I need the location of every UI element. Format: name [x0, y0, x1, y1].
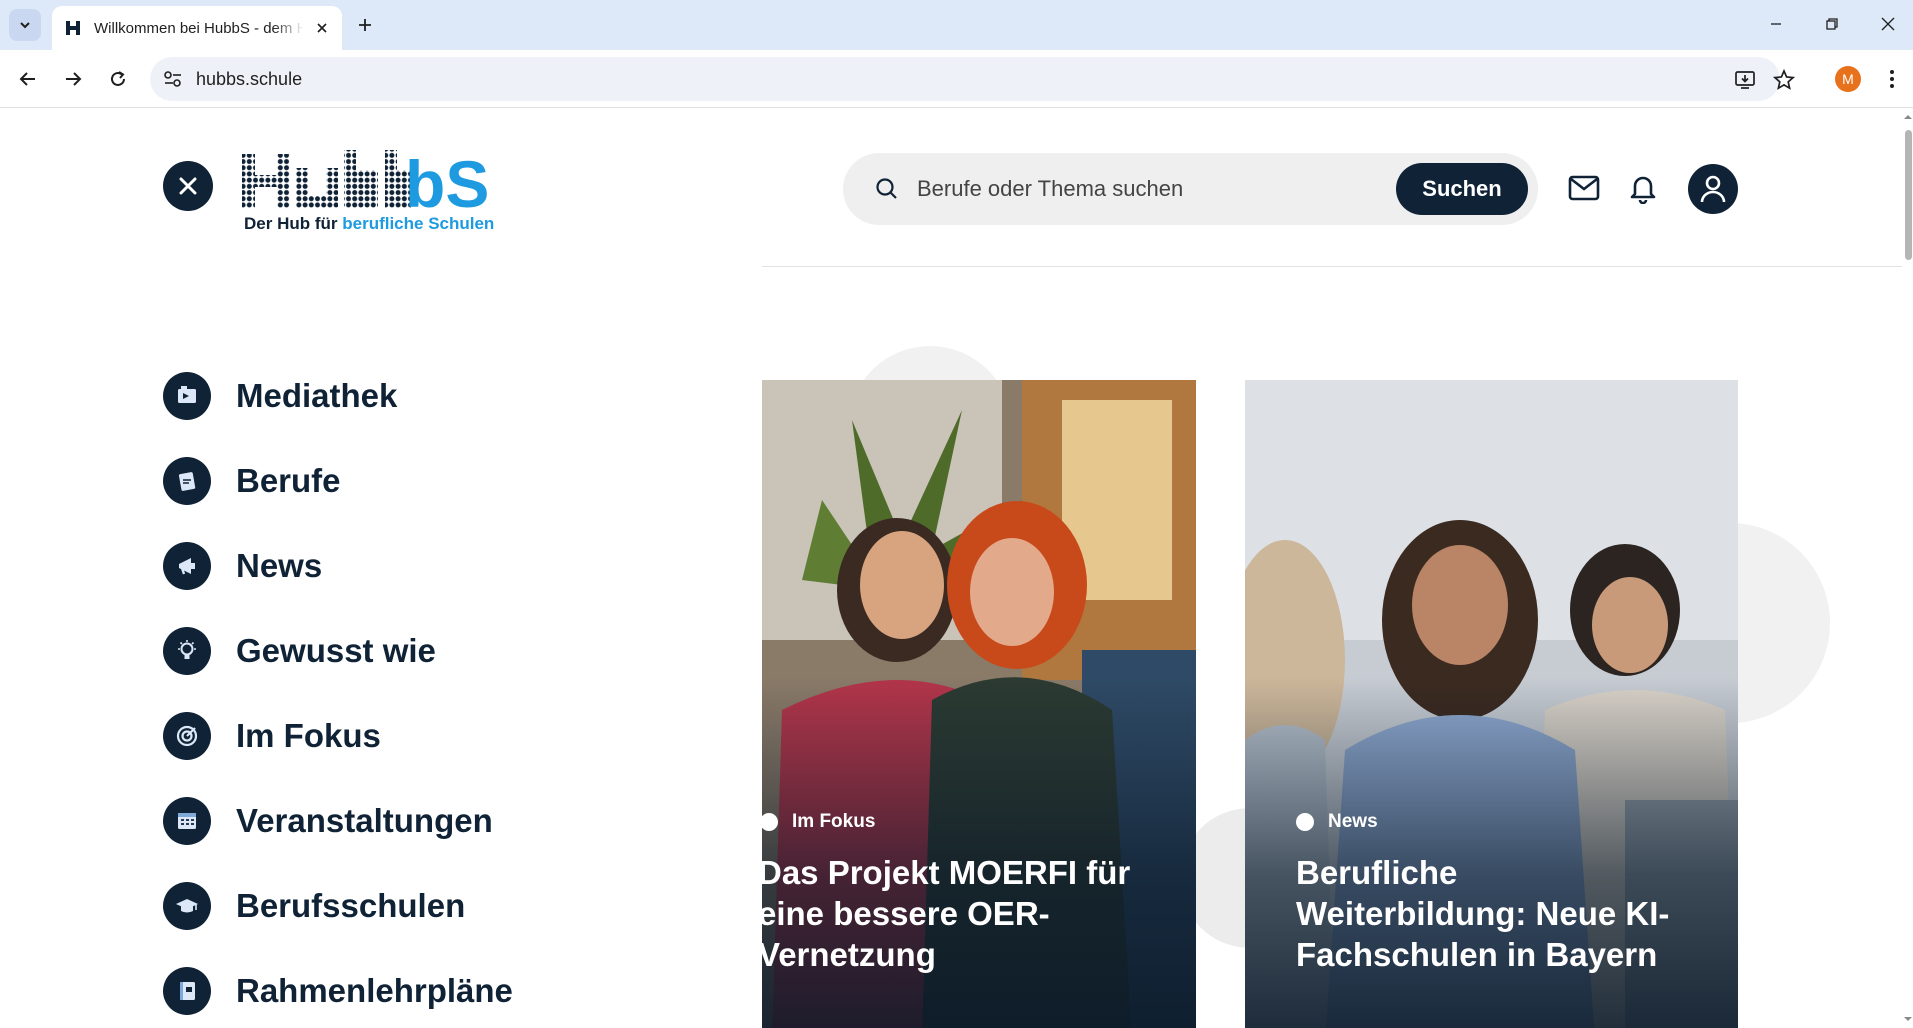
menu-item-news[interactable]: News — [163, 536, 623, 596]
restore-icon — [1826, 18, 1838, 30]
tab-search-button[interactable] — [9, 9, 41, 41]
reload-button[interactable] — [102, 63, 134, 95]
profile-avatar[interactable]: M — [1835, 66, 1861, 92]
menu-item-label: Rahmenlehrpläne — [236, 972, 513, 1009]
card-category: News — [1296, 811, 1378, 833]
menu-item-label: Berufe — [236, 462, 341, 499]
browser-tab[interactable]: Willkommen bei HubbS - dem Hub für beruf… — [52, 6, 342, 50]
search-input[interactable] — [917, 169, 1387, 209]
card-title-line: Fachschulen in Bayern — [1296, 936, 1658, 973]
plus-icon — [359, 19, 371, 31]
close-icon — [179, 177, 197, 195]
page-content: Suchen Im Fokus D — [0, 108, 1913, 1028]
card-title-line: Das Projekt MOERFI für — [762, 854, 1131, 891]
card-title-line: Weiterbildung: Neue KI- — [1296, 895, 1670, 932]
scroll-up-arrow-icon[interactable] — [1903, 112, 1913, 122]
card-category: Im Fokus — [762, 811, 875, 833]
tab-close-icon[interactable] — [312, 18, 332, 38]
svg-text:bS: bS — [405, 147, 489, 221]
bookmark-button[interactable] — [1771, 67, 1797, 93]
messages-button[interactable] — [1566, 170, 1602, 206]
notebook-icon — [163, 967, 211, 1015]
news-card[interactable]: News Berufliche Weiterbildung: Neue KI- … — [1245, 380, 1738, 1028]
lightbulb-icon — [163, 627, 211, 675]
target-icon — [163, 712, 211, 760]
scrollbar-thumb[interactable] — [1905, 130, 1912, 260]
install-app-button[interactable] — [1732, 67, 1758, 93]
menu-item-mediathek[interactable]: Mediathek — [163, 366, 623, 426]
card-title[interactable]: Das Projekt MOERFI für eine bessere OER-… — [762, 852, 1196, 975]
more-vertical-icon — [1890, 70, 1894, 88]
browser-toolbar: hubbs.schule M — [0, 50, 1913, 108]
header-divider — [762, 266, 1902, 267]
browser-tab-strip: Willkommen bei HubbS - dem Hub für beruf… — [0, 0, 1913, 50]
star-icon — [1773, 69, 1795, 90]
install-icon — [1735, 71, 1755, 89]
profession-icon — [163, 457, 211, 505]
bell-icon — [1630, 176, 1656, 204]
new-tab-button[interactable] — [352, 12, 378, 38]
calendar-icon — [163, 797, 211, 845]
restore-button[interactable] — [1814, 8, 1850, 40]
search-icon — [876, 178, 897, 199]
url-text: hubbs.schule — [196, 69, 303, 89]
user-account-button[interactable] — [1688, 164, 1738, 214]
menu-item-berufsschulen[interactable]: Berufsschulen — [163, 876, 623, 936]
logo-tagline-start: Der Hub für — [244, 214, 343, 233]
close-icon — [1881, 17, 1895, 31]
menu-item-label: Veranstaltungen — [236, 802, 493, 839]
media-icon — [163, 372, 211, 420]
news-card[interactable]: Im Fokus Das Projekt MOERFI für eine bes… — [762, 380, 1196, 1028]
category-dot-icon — [762, 813, 778, 831]
side-menu: bS Der Hub für berufliche Schulen Mediat… — [0, 108, 762, 1028]
chevron-down-icon — [20, 22, 30, 29]
card-title[interactable]: Berufliche Weiterbildung: Neue KI- Fachs… — [1296, 852, 1716, 975]
menu-item-gewusst-wie[interactable]: Gewusst wie — [163, 621, 623, 681]
arrow-right-icon — [66, 72, 82, 86]
card-title-line: Berufliche — [1296, 854, 1458, 891]
menu-item-label: News — [236, 547, 323, 584]
menu-item-veranstaltungen[interactable]: Veranstaltungen — [163, 791, 623, 851]
site-info-icon[interactable] — [162, 69, 184, 89]
arrow-left-icon — [19, 72, 35, 86]
menu-item-im-fokus[interactable]: Im Fokus — [163, 706, 623, 766]
address-bar[interactable]: hubbs.schule — [150, 57, 1795, 101]
tab-title: Willkommen bei HubbS - dem Hub für beruf… — [94, 19, 304, 37]
notifications-button[interactable] — [1625, 170, 1661, 206]
card-title-line: Vernetzung — [762, 936, 936, 973]
close-window-button[interactable] — [1870, 8, 1906, 40]
category-dot-icon — [1296, 813, 1314, 831]
forward-button[interactable] — [57, 63, 89, 95]
page-scrollbar[interactable] — [1903, 108, 1913, 1028]
megaphone-icon — [163, 542, 211, 590]
reload-icon — [111, 71, 125, 86]
graduation-cap-icon — [163, 882, 211, 930]
logo-tagline: Der Hub für berufliche Schulen — [244, 214, 494, 234]
menu-item-label: Berufsschulen — [236, 887, 466, 924]
menu-item-label: Mediathek — [236, 377, 398, 414]
close-menu-button[interactable] — [163, 161, 213, 211]
minimize-icon — [1771, 23, 1781, 25]
user-icon — [1700, 175, 1726, 203]
card-category-label: Im Fokus — [792, 811, 876, 832]
back-button[interactable] — [12, 63, 44, 95]
card-title-line: eine bessere OER- — [762, 895, 1050, 932]
menu-item-label: Im Fokus — [236, 717, 381, 754]
mail-icon — [1568, 175, 1600, 201]
menu-item-label: Gewusst wie — [236, 632, 436, 669]
hubbs-favicon-icon — [66, 21, 80, 35]
menu-item-berufe[interactable]: Berufe — [163, 451, 623, 511]
site-search: Suchen — [843, 153, 1538, 225]
scroll-down-arrow-icon[interactable] — [1903, 1014, 1913, 1024]
search-button[interactable]: Suchen — [1396, 163, 1528, 215]
minimize-button[interactable] — [1758, 8, 1794, 40]
card-category-label: News — [1328, 811, 1378, 832]
logo-tagline-accent: berufliche Schulen — [342, 214, 495, 233]
menu-item-rahmenlehrplaene[interactable]: Rahmenlehrpläne — [163, 961, 623, 1021]
browser-menu-button[interactable] — [1878, 64, 1906, 94]
